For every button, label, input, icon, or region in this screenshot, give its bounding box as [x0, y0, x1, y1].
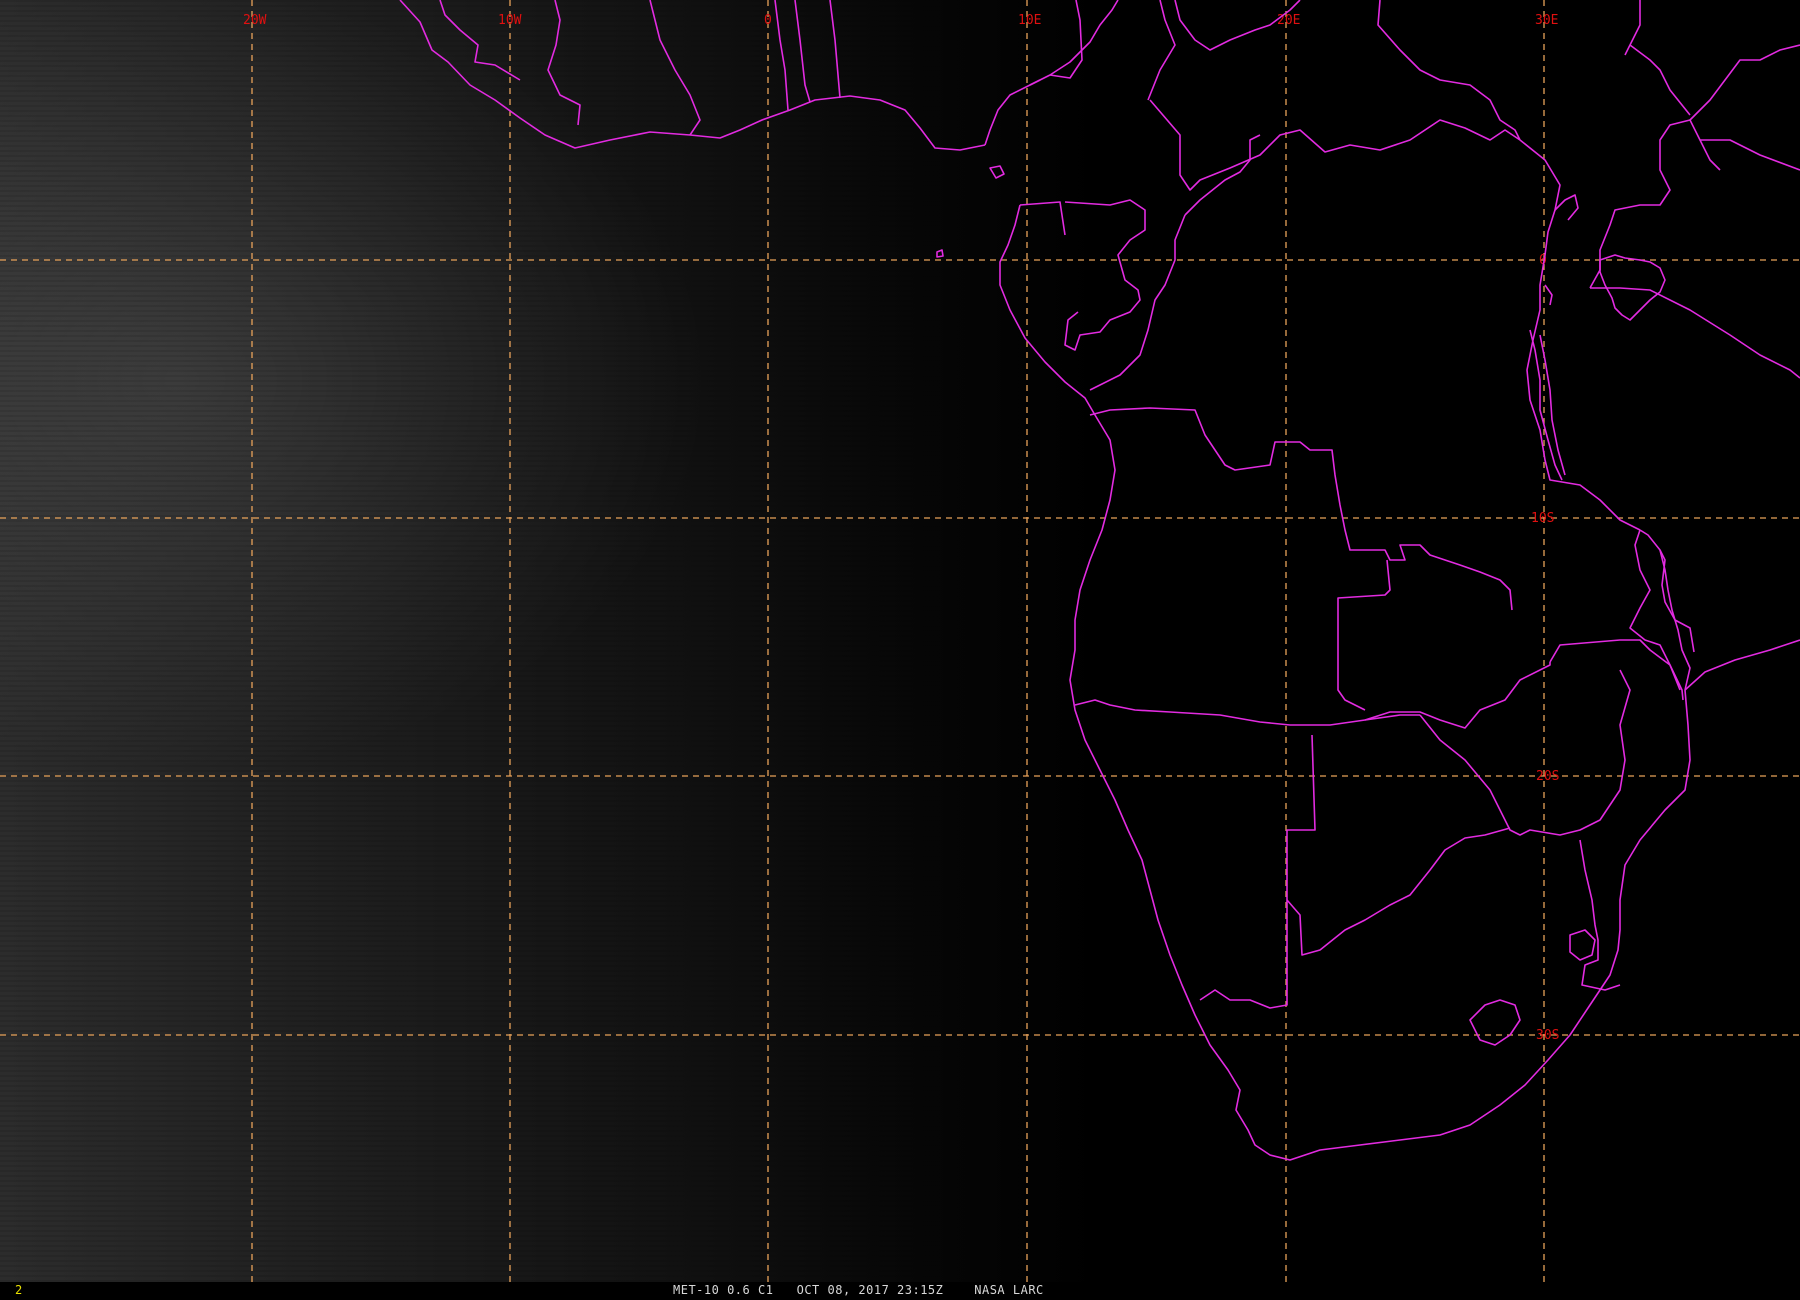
sao-tome-island	[936, 249, 944, 258]
frame-number: 2	[15, 1283, 23, 1297]
image-caption: MET-10 0.6 C1 OCT 08, 2017 23:15Z NASA L…	[673, 1283, 1044, 1297]
lon-label-0: 0	[764, 13, 772, 28]
east-africa-coast	[1684, 639, 1800, 691]
graticule-labels: 20W 10W 0 10E 20E 30E 0 10S 20S 30S	[243, 13, 1559, 1043]
west-africa-coast	[399, 0, 986, 151]
map-overlay: 20W 10W 0 10E 20E 30E 0 10S 20S 30S	[0, 0, 1800, 1282]
border-chad-car	[1147, 0, 1521, 191]
lake-malawi	[1659, 549, 1691, 691]
lon-label-10w: 10W	[498, 13, 522, 28]
bioko-island	[989, 165, 1005, 179]
border-west-1	[439, 0, 521, 81]
lesotho	[1469, 999, 1521, 1046]
central-west-coast	[999, 204, 1691, 1161]
gulf-of-guinea-coast	[984, 0, 1119, 146]
lon-label-10e: 10E	[1018, 13, 1041, 28]
lake-tanganyika	[1529, 329, 1566, 481]
eswatini	[1569, 929, 1596, 961]
border-kenya-north	[1624, 0, 1800, 171]
border-zimbabwe-mozambique	[1419, 669, 1631, 836]
border-angola-drc	[1089, 407, 1513, 611]
lon-label-20e: 20E	[1277, 13, 1300, 28]
lat-label-10s: 10S	[1531, 511, 1554, 526]
border-uganda-kenya	[1589, 119, 1721, 289]
lake-albert-edward	[1544, 194, 1579, 306]
border-angola-zambia	[1337, 559, 1391, 711]
border-ghana-togo	[774, 0, 841, 111]
border-drc-east	[1519, 139, 1641, 531]
lat-label-30s: 30S	[1536, 1028, 1559, 1043]
graticule	[0, 0, 1800, 1282]
lon-label-30e: 30E	[1535, 13, 1558, 28]
lon-label-20w: 20W	[243, 13, 267, 28]
border-drc-car	[1184, 134, 1261, 216]
country-borders	[439, 0, 1800, 1046]
border-botswana-south-africa	[1286, 827, 1511, 956]
border-tanzania-kenya	[1590, 287, 1800, 379]
border-cameroon-gabon	[1019, 199, 1146, 351]
satellite-image: 20W 10W 0 10E 20E 30E 0 10S 20S 30S	[0, 0, 1800, 1282]
lat-label-20s: 20S	[1536, 769, 1559, 784]
border-zambia-zimbabwe	[1364, 662, 1551, 729]
border-mozambique-inland	[1579, 839, 1621, 991]
border-west-3	[649, 0, 701, 136]
border-sudan	[1377, 0, 1521, 141]
border-angola-namibia	[1074, 699, 1420, 726]
border-west-2	[547, 0, 581, 126]
